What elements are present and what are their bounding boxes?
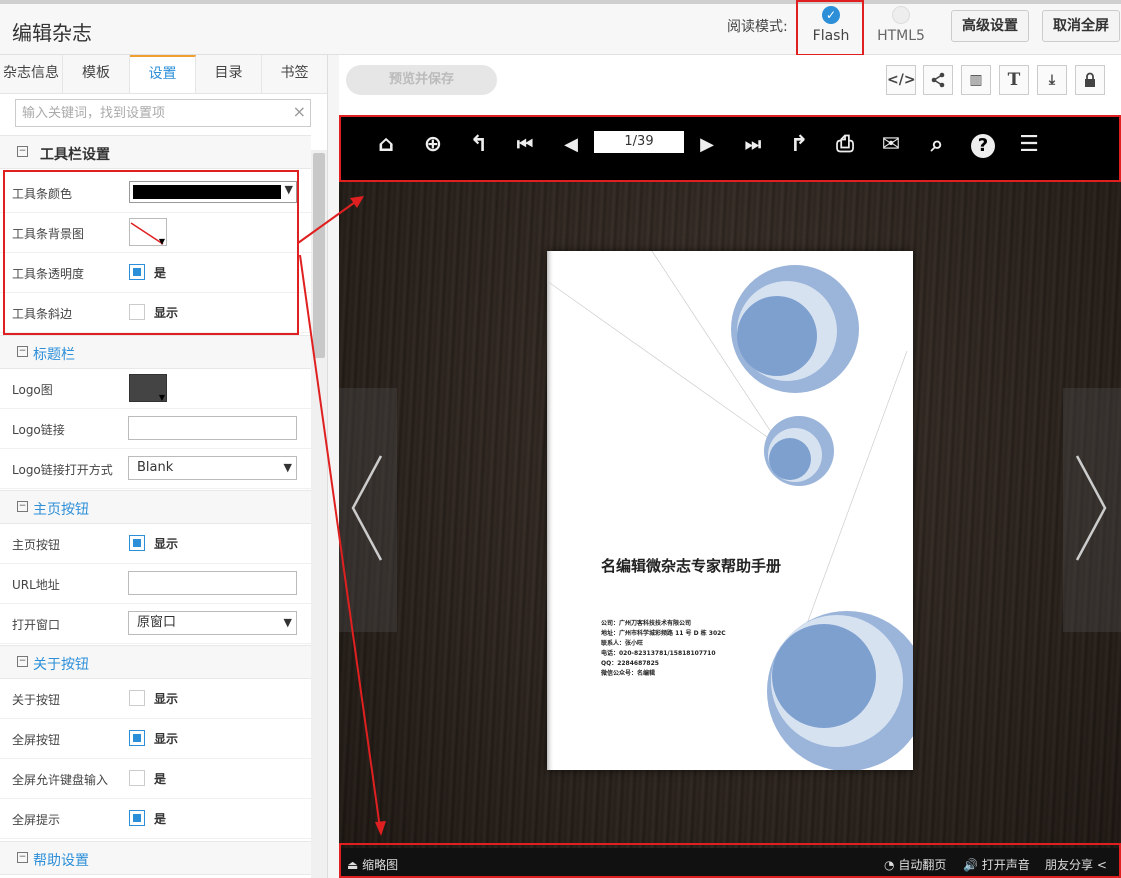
annotation-arrows xyxy=(297,196,386,836)
